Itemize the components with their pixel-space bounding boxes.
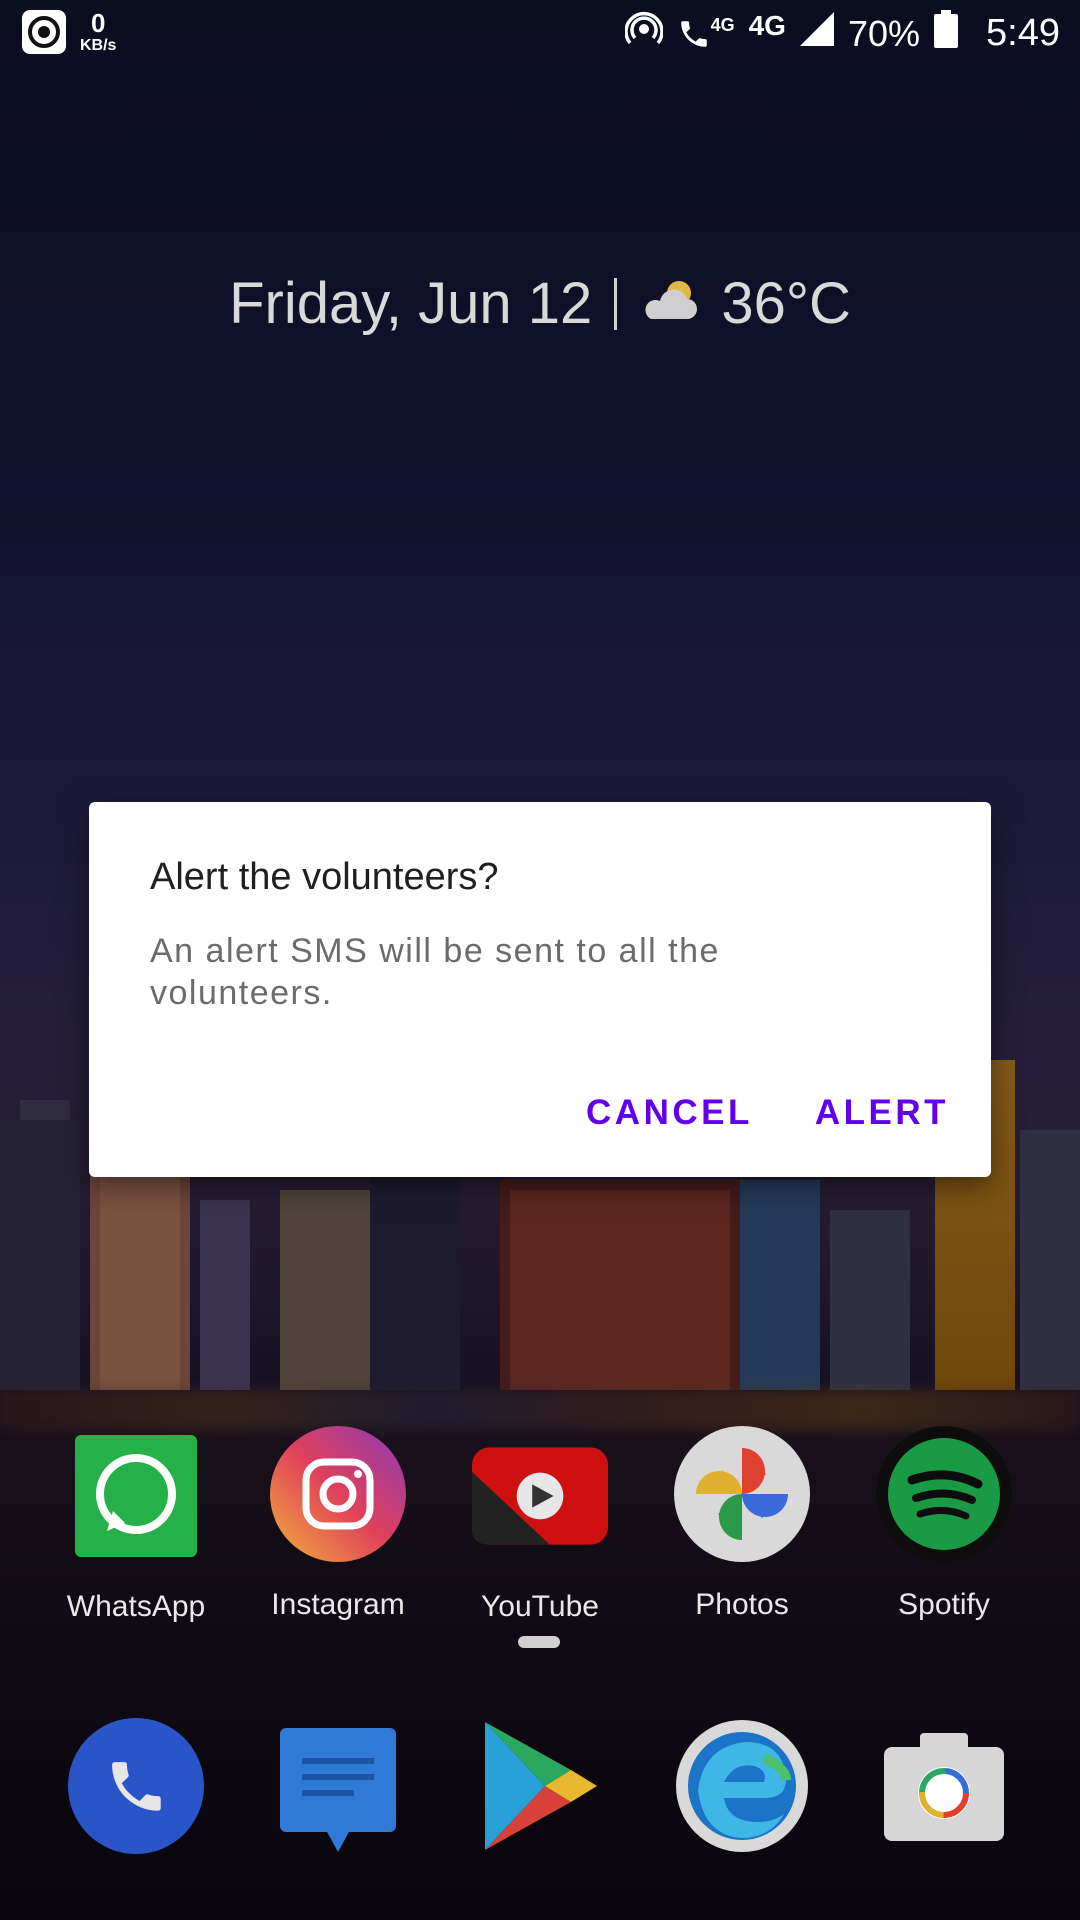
edge-icon	[672, 1716, 812, 1856]
dialog-message: An alert SMS will be sent to all the vol…	[150, 932, 720, 1012]
network-speed-unit: KB/s	[80, 37, 117, 54]
call-network-label: 4G	[710, 14, 735, 35]
instagram-icon	[270, 1426, 406, 1562]
dock-camera[interactable]	[854, 1716, 1034, 1856]
play-store-icon	[470, 1716, 610, 1856]
dock-play-store[interactable]	[450, 1716, 630, 1856]
temperature-text[interactable]: 36°C	[721, 270, 851, 337]
dock-edge[interactable]	[652, 1716, 832, 1856]
app-notification-icon	[22, 10, 66, 54]
whatsapp-icon	[68, 1428, 204, 1564]
battery-percent: 70%	[847, 12, 921, 54]
status-bar: 0 KB/s 4G 4G 70% 5:49	[0, 0, 1080, 64]
hotspot-icon	[623, 10, 664, 57]
spotify-icon	[876, 1426, 1012, 1562]
dock-messages[interactable]	[248, 1716, 428, 1856]
app-label: Photos	[695, 1588, 789, 1621]
app-youtube[interactable]: YouTube	[450, 1428, 630, 1624]
date-text[interactable]: Friday, Jun 12	[229, 270, 592, 337]
dialog-actions: CANCEL ALERT	[586, 1093, 949, 1133]
app-photos[interactable]: Photos	[652, 1426, 832, 1622]
messages-icon	[268, 1716, 408, 1856]
network-speed-value: 0	[90, 8, 106, 38]
alert-dialog: Alert the volunteers? An alert SMS will …	[89, 802, 991, 1177]
youtube-icon	[472, 1428, 608, 1564]
network-type: 4G	[748, 9, 786, 41]
volte-call-icon: 4G	[677, 15, 735, 53]
signal-icon	[799, 12, 834, 55]
battery-icon	[934, 10, 959, 57]
cancel-button[interactable]: CANCEL	[586, 1093, 753, 1133]
app-label: WhatsApp	[66, 1590, 206, 1623]
alert-button[interactable]: ALERT	[815, 1093, 949, 1133]
phone-icon	[66, 1716, 206, 1856]
app-whatsapp[interactable]: WhatsApp	[46, 1428, 226, 1624]
app-spotify[interactable]: Spotify	[854, 1426, 1034, 1622]
app-label: YouTube	[481, 1590, 599, 1623]
app-drawer-handle[interactable]	[518, 1636, 560, 1648]
photos-icon	[674, 1426, 810, 1562]
widget-divider	[614, 277, 618, 330]
partly-cloudy-icon	[639, 270, 699, 337]
app-label: Instagram	[271, 1588, 405, 1621]
dock-phone[interactable]	[46, 1716, 226, 1856]
network-speed: 0 KB/s	[80, 10, 116, 54]
clock: 5:49	[986, 12, 1060, 54]
app-label: Spotify	[898, 1588, 990, 1621]
camera-icon	[874, 1716, 1014, 1856]
date-weather-widget[interactable]: Friday, Jun 12 36°C	[0, 270, 1080, 337]
dialog-title: Alert the volunteers?	[150, 856, 499, 898]
app-instagram[interactable]: Instagram	[248, 1426, 428, 1622]
